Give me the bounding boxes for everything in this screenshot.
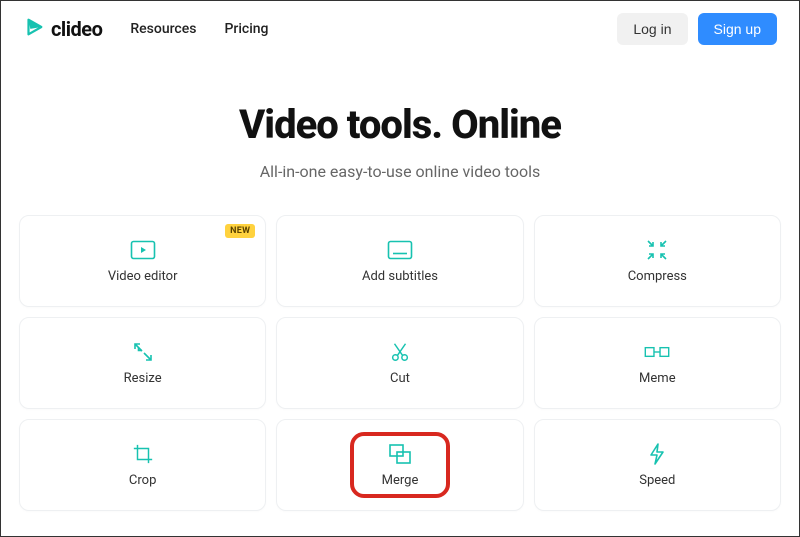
header: clideo Resources Pricing Log in Sign up [1, 1, 799, 57]
tool-label: Compress [628, 269, 687, 284]
logo[interactable]: clideo [23, 16, 102, 42]
tool-label: Crop [129, 473, 156, 488]
tools-grid: NEW Video editor Add subtitles [1, 181, 799, 511]
scissors-icon [387, 341, 413, 363]
compress-icon [644, 239, 670, 261]
merge-icon [387, 443, 413, 465]
signup-button[interactable]: Sign up [698, 13, 777, 45]
resize-icon [130, 341, 156, 363]
hero: Video tools. Online All-in-one easy-to-u… [1, 101, 799, 181]
tool-speed[interactable]: Speed [534, 419, 781, 511]
login-button[interactable]: Log in [617, 13, 687, 45]
tool-merge[interactable]: Merge [276, 419, 523, 511]
tool-label: Video editor [108, 269, 178, 284]
tool-crop[interactable]: Crop [19, 419, 266, 511]
tool-label: Cut [390, 371, 410, 386]
meme-icon [644, 341, 670, 363]
nav: Resources Pricing [130, 21, 268, 37]
page-subtitle: All-in-one easy-to-use online video tool… [1, 162, 799, 181]
page-title: Video tools. Online [1, 101, 799, 148]
brand-name: clideo [51, 17, 102, 41]
tool-add-subtitles[interactable]: Add subtitles [276, 215, 523, 307]
tool-label: Resize [124, 371, 162, 386]
crop-icon [130, 443, 156, 465]
tool-compress[interactable]: Compress [534, 215, 781, 307]
play-logo-icon [23, 16, 45, 42]
tool-cut[interactable]: Cut [276, 317, 523, 409]
video-editor-icon [130, 239, 156, 261]
nav-pricing[interactable]: Pricing [224, 21, 268, 37]
subtitles-icon [387, 239, 413, 261]
tool-label: Merge [382, 473, 419, 488]
nav-resources[interactable]: Resources [130, 21, 196, 37]
new-badge: NEW [225, 224, 255, 238]
tool-label: Meme [639, 371, 676, 386]
tool-meme[interactable]: Meme [534, 317, 781, 409]
tool-video-editor[interactable]: NEW Video editor [19, 215, 266, 307]
tool-label: Add subtitles [362, 269, 438, 284]
lightning-icon [644, 443, 670, 465]
tool-resize[interactable]: Resize [19, 317, 266, 409]
tool-label: Speed [639, 473, 675, 488]
